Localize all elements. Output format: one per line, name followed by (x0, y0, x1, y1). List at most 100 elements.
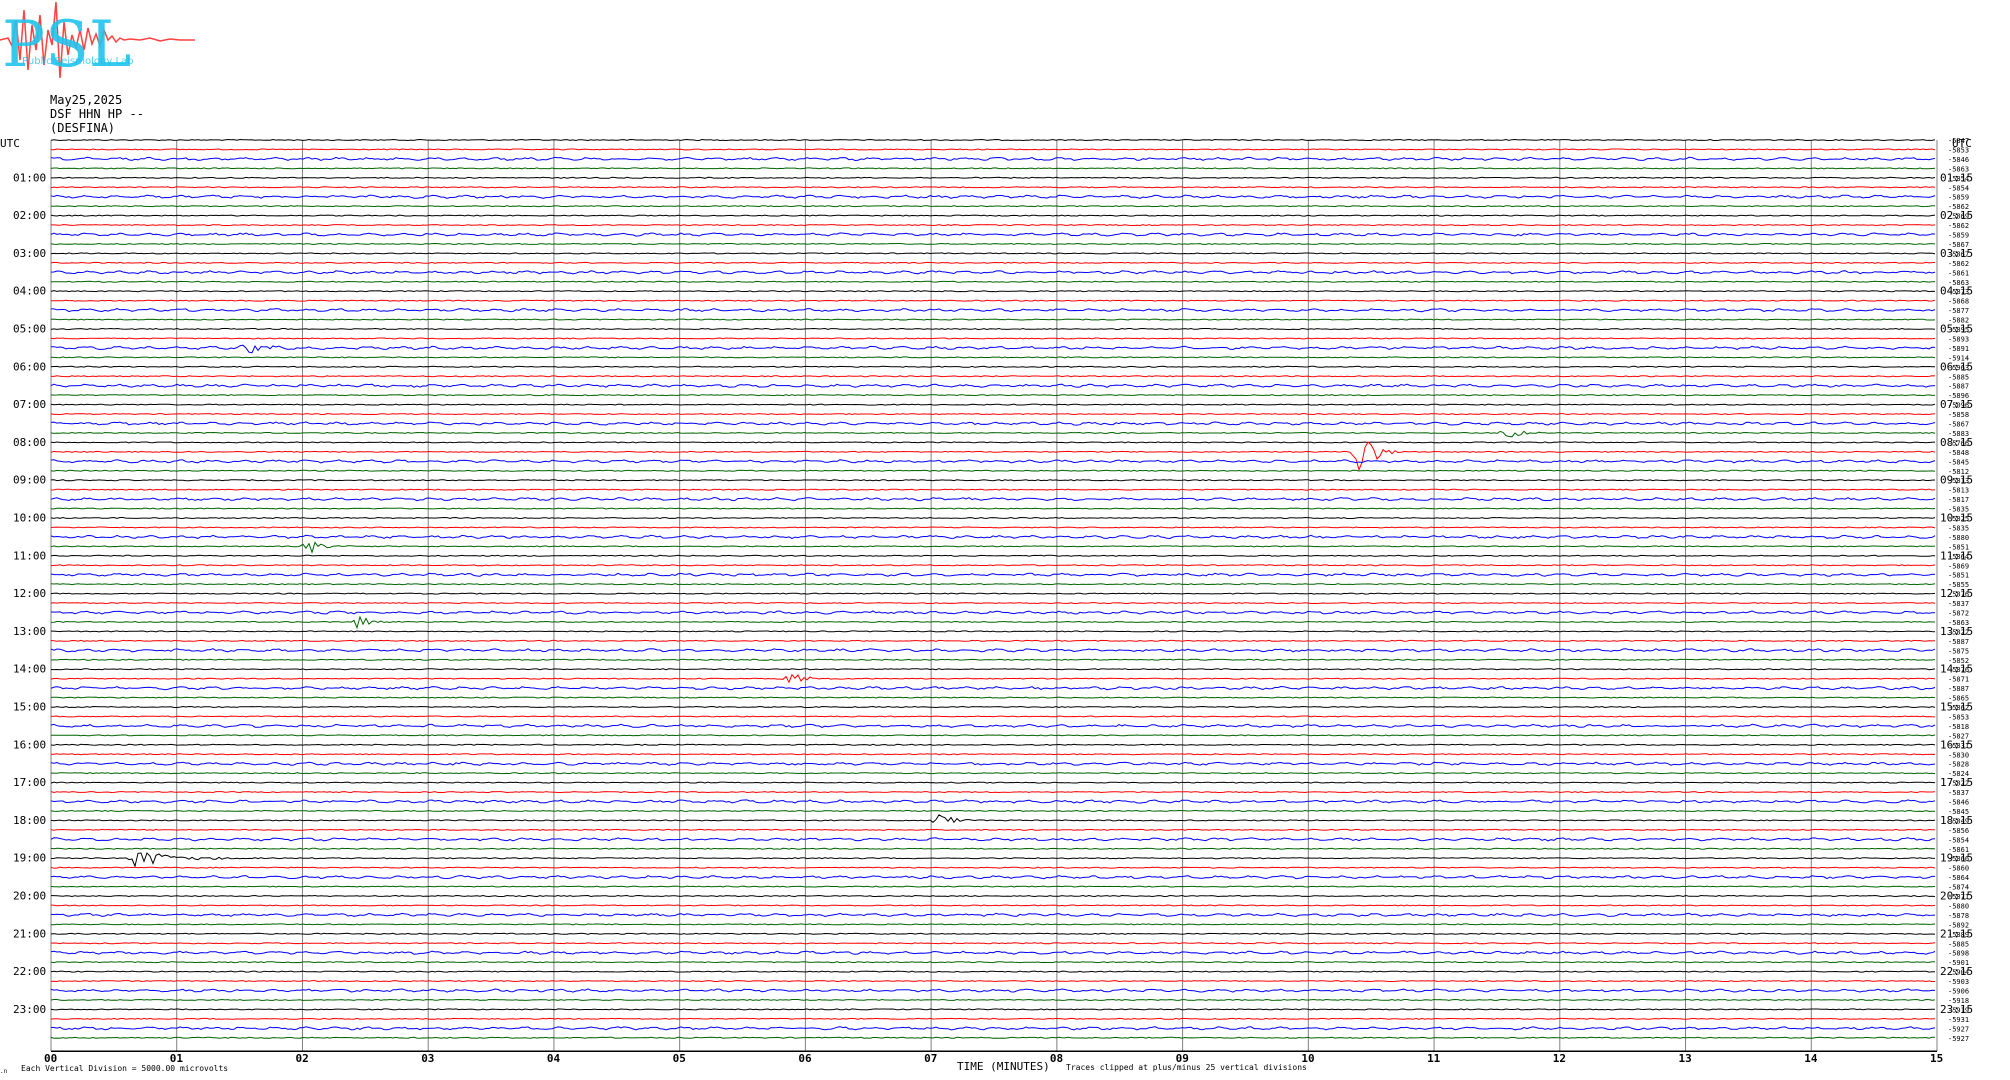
trace-line-45 (50, 564, 1936, 567)
trace-line-82 (50, 912, 1936, 918)
trace-line-38 (50, 496, 1936, 502)
trace-line-69 (50, 791, 1936, 794)
right-hour-label-13:15: 13:15 (1940, 625, 1973, 638)
trace-line-0 (50, 138, 1936, 142)
trace-offset-label-78: -5864 (1948, 874, 1969, 882)
left-hour-label-10:00: 10:00 (13, 512, 46, 525)
trace-line-64 (50, 743, 1936, 746)
x-tick-label-14: 14 (1804, 1052, 1818, 1065)
x-tick-label-13: 13 (1679, 1052, 1692, 1065)
left-hour-label-23:00: 23:00 (13, 1003, 46, 1016)
trace-line-58 (50, 685, 1936, 691)
trace-offset-label-86: -5898 (1948, 950, 1969, 958)
trace-line-73 (50, 828, 1935, 831)
trace-line-63 (50, 734, 1936, 737)
trace-line-7 (50, 205, 1935, 208)
trace-line-66 (50, 761, 1936, 766)
helicorder-plot: 00 01 02 03 04 05 06 07 08 09 10 11 12 13 14 15-5847-58… (0, 137, 1973, 1075)
right-hour-label-10:15: 10:15 (1940, 512, 1973, 525)
left-hour-label-21:00: 21:00 (13, 927, 46, 940)
trace-offset-label-49: -5837 (1948, 600, 1969, 608)
x-tick-label-11: 11 (1427, 1052, 1441, 1065)
trace-line-6 (50, 194, 1936, 199)
trace-line-74 (50, 837, 1936, 842)
trace-line-91 (50, 998, 1936, 1001)
trace-offset-label-95: -5927 (1948, 1035, 1969, 1043)
trace-offset-label-18: -5877 (1948, 307, 1969, 315)
right-hour-label-06:15: 06:15 (1940, 360, 1973, 373)
trace-line-35 (50, 469, 1936, 472)
left-hour-label-22:00: 22:00 (13, 965, 46, 978)
trace-line-28 (50, 403, 1936, 406)
trace-offset-label-22: -5891 (1948, 345, 1969, 353)
clip-note: Traces clipped at plus/minus 25 vertical… (1066, 1063, 1307, 1072)
left-hour-label-06:00: 06:00 (13, 360, 46, 373)
trace-offset-label-37: -5813 (1948, 487, 1969, 495)
left-hour-label-15:00: 15:00 (13, 701, 46, 714)
right-hour-label-17:15: 17:15 (1940, 776, 1973, 789)
x-tick-label-08: 08 (1050, 1052, 1063, 1065)
x-tick-label-03: 03 (421, 1052, 434, 1065)
trace-line-72 (50, 814, 1936, 824)
left-hour-label-18:00: 18:00 (13, 814, 46, 827)
trace-offset-label-2: -5846 (1948, 156, 1969, 164)
trace-line-57 (50, 673, 1936, 684)
trace-offset-label-29: -5858 (1948, 411, 1969, 419)
trace-offset-label-89: -5903 (1948, 978, 1969, 986)
left-hour-label-11:00: 11:00 (13, 549, 46, 562)
right-hour-label-19:15: 19:15 (1940, 852, 1973, 865)
trace-line-54 (50, 648, 1936, 653)
trace-offset-label-30: -5867 (1948, 421, 1969, 429)
trace-line-84 (50, 932, 1936, 935)
trace-line-80 (51, 894, 1936, 898)
trace-line-30 (50, 421, 1936, 426)
trace-line-93 (50, 1017, 1936, 1020)
trace-line-9 (51, 224, 1936, 227)
left-hour-label-08:00: 08:00 (13, 436, 46, 449)
trace-offset-label-26: -5887 (1948, 383, 1969, 391)
trace-line-18 (51, 308, 1936, 313)
trace-line-60 (50, 705, 1936, 709)
left-hour-label-04:00: 04:00 (13, 285, 46, 298)
trace-line-95 (50, 1036, 1935, 1039)
trace-line-39 (51, 507, 1936, 510)
trace-line-90 (50, 988, 1936, 993)
trace-line-48 (50, 592, 1936, 595)
trace-offset-label-61: -5853 (1948, 713, 1969, 721)
trace-line-25 (51, 375, 1936, 378)
trace-line-20 (50, 327, 1936, 331)
trace-line-81 (50, 904, 1936, 907)
trace-line-36 (50, 479, 1936, 482)
trace-line-8 (50, 214, 1936, 217)
trace-line-83 (50, 923, 1936, 926)
trace-line-88 (50, 970, 1936, 973)
trace-line-29 (50, 413, 1936, 416)
left-hour-label-13:00: 13:00 (13, 625, 46, 638)
trace-line-55 (50, 658, 1936, 661)
x-tick-label-06: 06 (798, 1052, 812, 1065)
trace-offset-label-82: -5878 (1948, 912, 1969, 920)
left-hour-label-17:00: 17:00 (13, 776, 46, 789)
trace-line-24 (50, 365, 1936, 368)
trace-offset-label-57: -5871 (1948, 676, 1969, 684)
trace-line-75 (50, 847, 1936, 850)
trace-offset-label-41: -5835 (1948, 524, 1969, 532)
trace-offset-label-62: -5818 (1948, 723, 1969, 731)
trace-offset-label-5: -5854 (1948, 184, 1969, 192)
trace-offset-label-38: -5817 (1948, 496, 1969, 504)
trace-line-5 (50, 186, 1936, 189)
trace-offset-label-14: -5861 (1948, 269, 1969, 277)
trace-offset-label-42: -5880 (1948, 534, 1969, 542)
x-axis-title: TIME (MINUTES) (957, 1060, 1050, 1073)
trace-line-22 (50, 344, 1936, 354)
left-hour-label-02:00: 02:00 (13, 209, 46, 222)
trace-offset-label-21: -5893 (1948, 335, 1969, 343)
right-hour-label-07:15: 07:15 (1940, 398, 1973, 411)
trace-offset-label-46: -5851 (1948, 572, 1969, 580)
right-hour-label-11:15: 11:15 (1940, 549, 1973, 562)
left-hour-label-20:00: 20:00 (13, 890, 46, 903)
trace-offset-label-94: -5927 (1948, 1025, 1969, 1033)
trace-offset-label-10: -5859 (1948, 232, 1969, 240)
trace-line-26 (50, 383, 1936, 388)
trace-offset-label-70: -5846 (1948, 799, 1969, 807)
